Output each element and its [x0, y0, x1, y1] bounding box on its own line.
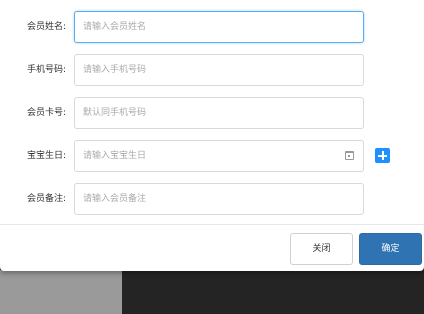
name-input[interactable]: [74, 11, 364, 43]
name-label: 会员姓名:: [26, 22, 66, 32]
baby-birthday-label: 宝宝生日:: [26, 151, 66, 161]
backdrop-left-panel: [0, 270, 122, 314]
baby-birthday-input[interactable]: [75, 141, 351, 171]
close-button[interactable]: 关闭: [290, 233, 353, 265]
card-number-input[interactable]: [74, 97, 364, 129]
confirm-button[interactable]: 确定: [359, 233, 422, 265]
card-label: 会员卡号:: [26, 108, 66, 118]
baby-birthday-field[interactable]: [74, 140, 364, 172]
form-row-card: 会员卡号:: [0, 97, 424, 129]
form-row-name: 会员姓名:: [0, 11, 424, 43]
backdrop-right-panel: [122, 270, 424, 314]
add-member-dialog: 会员姓名: 手机号码: 会员卡号: 宝宝生日: 会员备注: 关闭 确定: [0, 0, 424, 271]
remark-input[interactable]: [74, 183, 364, 215]
form-row-phone: 手机号码:: [0, 54, 424, 86]
phone-input[interactable]: [74, 54, 364, 86]
form-row-baby-birthday: 宝宝生日:: [0, 140, 424, 172]
add-birthday-button[interactable]: [375, 148, 390, 163]
calendar-icon[interactable]: [345, 151, 354, 160]
footer-divider: [0, 224, 424, 225]
form-row-remark: 会员备注:: [0, 183, 424, 215]
remark-label: 会员备注:: [26, 194, 66, 204]
phone-label: 手机号码:: [26, 65, 66, 75]
